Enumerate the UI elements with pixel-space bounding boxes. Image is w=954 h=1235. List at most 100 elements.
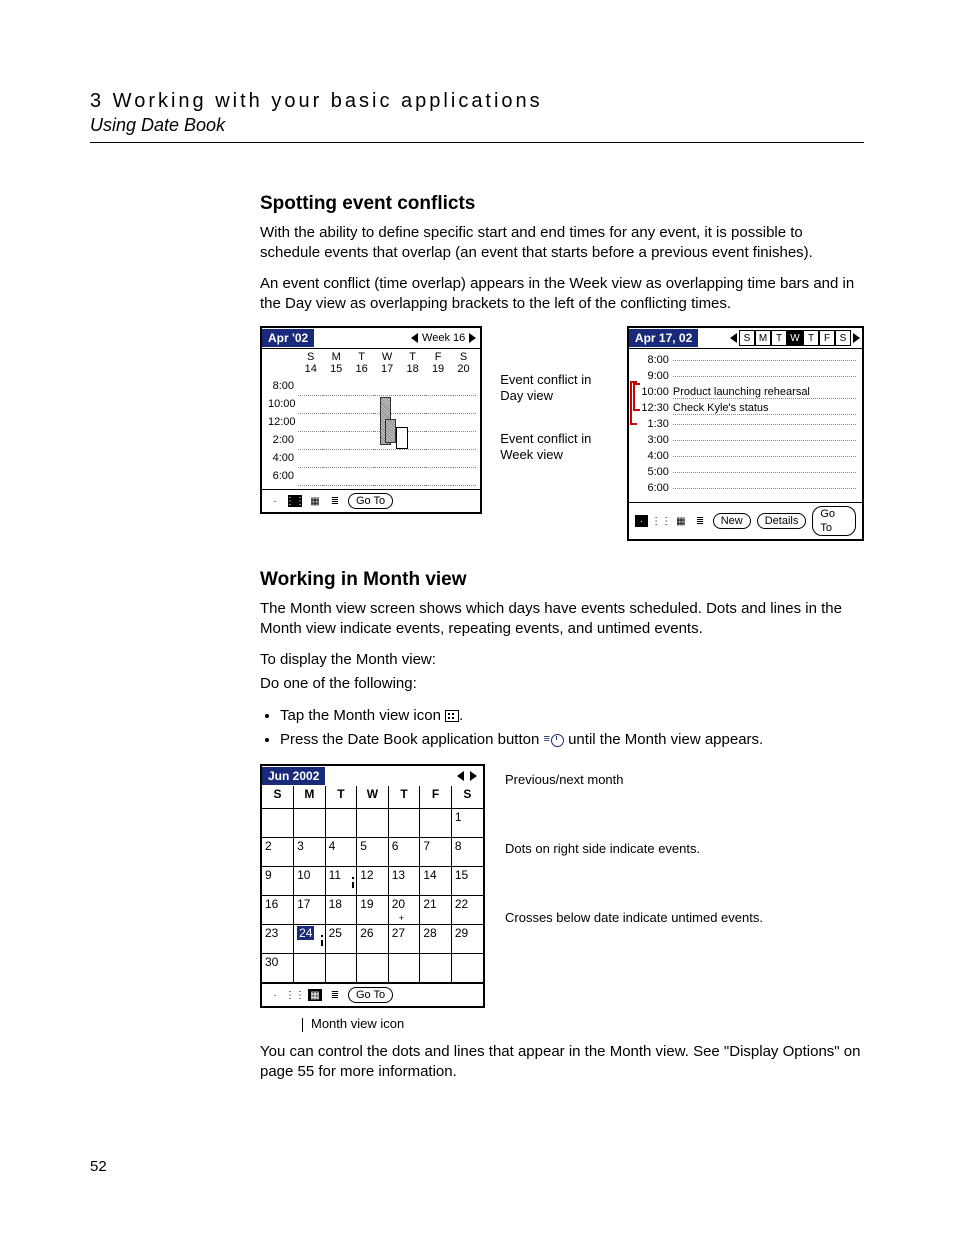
dow-box[interactable]: F: [819, 330, 835, 346]
new-button[interactable]: New: [713, 513, 751, 529]
time-label[interactable]: 10:00: [635, 386, 669, 398]
week-view-icon[interactable]: ⋮⋮: [288, 495, 302, 507]
para-do-one: Do one of the following:: [260, 674, 864, 694]
month-cell[interactable]: 18: [325, 896, 357, 925]
month-cell[interactable]: 14: [420, 867, 452, 896]
month-cell[interactable]: 17: [294, 896, 326, 925]
month-cell[interactable]: 30: [262, 954, 294, 983]
month-cell[interactable]: 8: [451, 838, 483, 867]
month-cell[interactable]: 11: [325, 867, 357, 896]
details-button[interactable]: Details: [757, 513, 807, 529]
time-label[interactable]: 12:30: [635, 402, 669, 414]
day-view-icon[interactable]: ·: [268, 495, 282, 507]
agenda-view-icon[interactable]: ≣: [328, 495, 342, 507]
week-view-date-tab[interactable]: Apr '02: [262, 329, 314, 347]
prev-day-icon[interactable]: [730, 333, 737, 343]
month-view-icon[interactable]: ▦: [308, 495, 322, 507]
chapter-title: 3 Working with your basic applications: [90, 90, 864, 113]
prev-month-icon[interactable]: [457, 771, 464, 781]
month-cell[interactable]: 25: [325, 925, 357, 954]
next-month-icon[interactable]: [470, 771, 477, 781]
date[interactable]: 15: [323, 363, 348, 375]
time-label[interactable]: 9:00: [635, 370, 669, 382]
week-label: Week 16: [422, 332, 465, 344]
hour-label: 4:00: [268, 452, 298, 464]
event-bar-icon: [352, 882, 354, 888]
month-cell[interactable]: 6: [388, 838, 420, 867]
month-cell[interactable]: 2: [262, 838, 294, 867]
day-view-date-tab[interactable]: Apr 17, 02: [629, 329, 698, 347]
month-cell[interactable]: 4: [325, 838, 357, 867]
date[interactable]: 19: [425, 363, 450, 375]
dow-box[interactable]: T: [771, 330, 787, 346]
time-label[interactable]: 5:00: [635, 466, 669, 478]
month-cell[interactable]: 26: [357, 925, 389, 954]
hour-label: 10:00: [268, 398, 298, 410]
month-cell[interactable]: 20+: [388, 896, 420, 925]
dow-box[interactable]: M: [755, 330, 771, 346]
month-cell[interactable]: 1: [451, 809, 483, 838]
month-cell[interactable]: 28: [420, 925, 452, 954]
goto-button[interactable]: Go To: [348, 493, 393, 509]
agenda-view-icon[interactable]: ≣: [693, 515, 706, 527]
dow-box-selected[interactable]: W: [787, 330, 803, 346]
month-cell: [388, 954, 420, 983]
dow-box[interactable]: S: [835, 330, 851, 346]
month-cell[interactable]: 24: [294, 925, 326, 954]
date[interactable]: 20: [451, 363, 476, 375]
date[interactable]: 17: [374, 363, 399, 375]
month-cell[interactable]: 29: [451, 925, 483, 954]
date[interactable]: 14: [298, 363, 323, 375]
event-text[interactable]: Product launching rehearsal: [673, 386, 856, 399]
time-label[interactable]: 1:30: [635, 418, 669, 430]
month-cell[interactable]: 5: [357, 838, 389, 867]
month-view-date-tab[interactable]: Jun 2002: [262, 767, 325, 785]
time-label[interactable]: 8:00: [635, 354, 669, 366]
day-view-icon[interactable]: ·: [268, 989, 282, 1001]
next-week-icon[interactable]: [469, 333, 476, 343]
month-cell: [420, 954, 452, 983]
time-label[interactable]: 6:00: [635, 482, 669, 494]
week-view-icon[interactable]: ⋮⋮: [288, 989, 302, 1001]
month-cell[interactable]: 15: [451, 867, 483, 896]
dow-box[interactable]: T: [803, 330, 819, 346]
section-title: Using Date Book: [90, 115, 864, 136]
week-view-icon[interactable]: ⋮⋮: [654, 515, 668, 527]
prev-week-icon[interactable]: [411, 333, 418, 343]
time-label[interactable]: 4:00: [635, 450, 669, 462]
dow: T: [388, 786, 420, 809]
month-cell[interactable]: 9: [262, 867, 294, 896]
month-cell[interactable]: 12: [357, 867, 389, 896]
month-cell[interactable]: 3: [294, 838, 326, 867]
month-cell[interactable]: 21: [420, 896, 452, 925]
day-view-icon[interactable]: ·: [635, 515, 648, 527]
week-view-screenshot: Apr '02 Week 16 S M T W T: [260, 326, 482, 514]
dow-box[interactable]: S: [739, 330, 755, 346]
time-label[interactable]: 3:00: [635, 434, 669, 446]
event-bar-overlap[interactable]: [385, 419, 396, 443]
agenda-view-icon[interactable]: ≣: [328, 989, 342, 1001]
date[interactable]: 18: [400, 363, 425, 375]
month-cell[interactable]: 27: [388, 925, 420, 954]
date[interactable]: 16: [349, 363, 374, 375]
month-view-icon[interactable]: ▦: [674, 515, 687, 527]
goto-button[interactable]: Go To: [812, 506, 856, 536]
event-text[interactable]: Check Kyle's status: [673, 402, 856, 415]
month-view-icon[interactable]: ▦: [308, 989, 322, 1001]
event-conflict-highlight: [396, 427, 408, 449]
month-cell[interactable]: 22: [451, 896, 483, 925]
dow: F: [425, 351, 450, 363]
month-cell[interactable]: 10: [294, 867, 326, 896]
para-month-1: The Month view screen shows which days h…: [260, 599, 864, 640]
dow: S: [451, 351, 476, 363]
next-day-icon[interactable]: [853, 333, 860, 343]
month-cell: [420, 809, 452, 838]
month-cell[interactable]: 16: [262, 896, 294, 925]
month-cell[interactable]: 19: [357, 896, 389, 925]
goto-button[interactable]: Go To: [348, 987, 393, 1003]
month-cell: [294, 954, 326, 983]
month-cell[interactable]: 23: [262, 925, 294, 954]
month-cell[interactable]: 7: [420, 838, 452, 867]
month-cell[interactable]: 13: [388, 867, 420, 896]
label-day-conflict: Event conflict in Day view: [500, 372, 609, 403]
